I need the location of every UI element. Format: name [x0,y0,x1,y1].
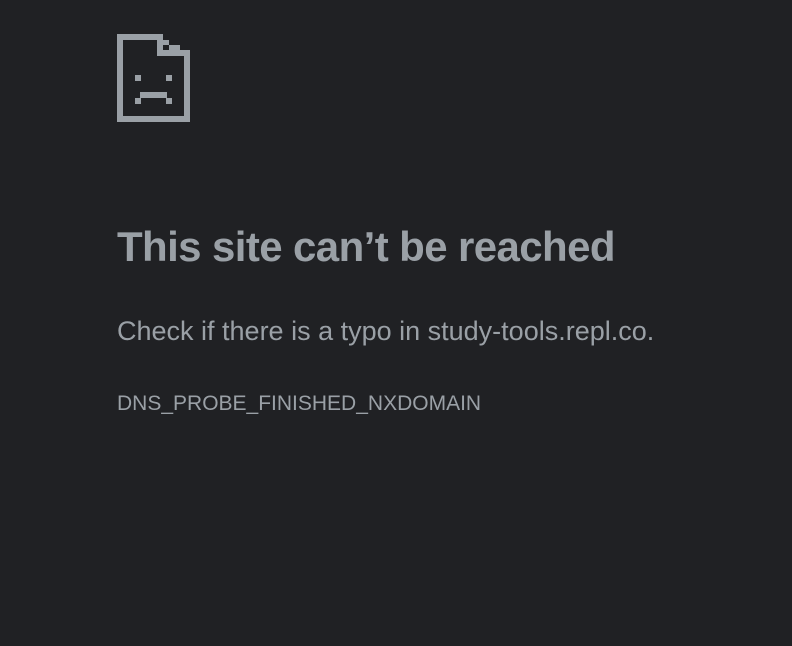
error-heading: This site can’t be reached [117,223,616,270]
error-code: DNS_PROBE_FINISHED_NXDOMAIN [117,392,482,415]
error-suggestion: Check if there is a typo in study-tools.… [117,316,655,346]
sad-page-icon [117,34,190,122]
